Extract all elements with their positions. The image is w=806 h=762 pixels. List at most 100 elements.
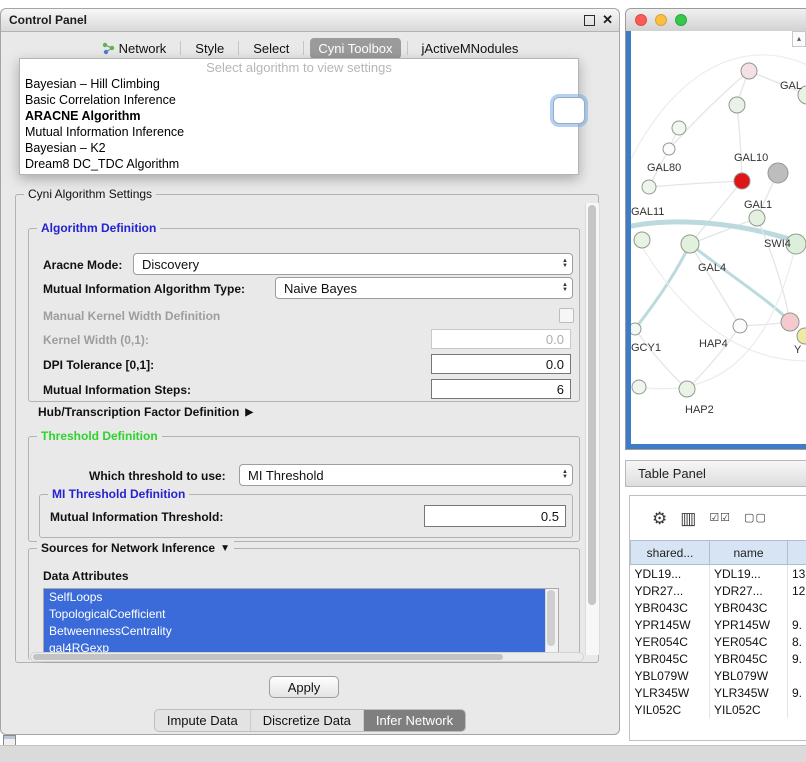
node-label: GAL11 — [631, 206, 664, 218]
network-node[interactable] — [797, 328, 806, 344]
network-view-window: GAL80GAL10GAL11GAL1SWI4GAL4GALGCY1HAP4YH… — [625, 8, 806, 450]
network-scroll-up-button[interactable]: ▴ — [792, 31, 806, 47]
manual-kernel-checkbox[interactable] — [559, 308, 574, 323]
network-node[interactable] — [679, 381, 695, 397]
table-row[interactable]: YBR045CYBR045C9. — [631, 650, 806, 667]
network-window-titlebar — [626, 9, 806, 32]
algorithm-popup-placeholder: Select algorithm to view settings — [20, 59, 578, 76]
network-node[interactable] — [663, 143, 675, 155]
table-panel-titlebar: Table Panel — [625, 460, 806, 487]
algorithm-option[interactable]: Bayesian – Hill Climbing — [20, 76, 578, 92]
tab-separator — [180, 41, 181, 55]
network-node[interactable] — [672, 121, 686, 135]
select-all-icon[interactable]: ☑☑ — [709, 510, 731, 527]
network-node[interactable] — [632, 380, 646, 394]
attribute-item[interactable]: TopologicalCoefficient — [44, 606, 545, 623]
table-row[interactable]: YDR27...YDR27...12 — [631, 582, 806, 599]
network-node[interactable] — [729, 97, 745, 113]
table-body: YDL19...YDL19...13YDR27...YDR27...12YBR0… — [631, 565, 806, 719]
tab-impute-data[interactable]: Impute Data — [155, 710, 251, 731]
close-traffic-light[interactable] — [635, 14, 647, 26]
algorithm-option[interactable]: Basic Correlation Inference — [20, 92, 578, 108]
tab-jactivemnodules[interactable]: jActiveMNodules — [414, 38, 527, 59]
which-threshold-dropdown[interactable]: MI Threshold ▲▼ — [239, 464, 573, 486]
tab-select[interactable]: Select — [245, 38, 297, 59]
column-header[interactable]: name — [710, 541, 788, 565]
minimize-traffic-light[interactable] — [655, 14, 667, 26]
kernel-width-label: Kernel Width (0,1): — [43, 333, 149, 347]
algorithm-option[interactable]: Dream8 DC_TDC Algorithm — [20, 156, 578, 172]
threshold-definition-group: Threshold Definition Which threshold to … — [28, 436, 580, 542]
tab-infer-network[interactable]: Infer Network — [364, 710, 465, 731]
column-header[interactable] — [788, 541, 806, 565]
aracne-mode-value: Discovery — [142, 257, 199, 272]
network-node[interactable] — [734, 173, 750, 189]
network-node[interactable] — [781, 313, 799, 331]
table-row[interactable]: YIL052CYIL052C — [631, 701, 806, 718]
attribute-item[interactable]: BetweennessCentrality — [44, 623, 545, 640]
data-attributes-label: Data Attributes — [43, 569, 129, 583]
tab-style[interactable]: Style — [187, 38, 232, 59]
algorithm-popup-list: Bayesian – Hill ClimbingBasic Correlatio… — [20, 76, 578, 172]
mi-steps-input[interactable] — [431, 379, 571, 399]
network-node[interactable] — [681, 235, 699, 253]
cyni-bottom-tabs: Impute Data Discretize Data Infer Networ… — [1, 709, 619, 732]
table-row[interactable]: YBR043CYBR043C — [631, 599, 806, 616]
hub-tf-label: Hub/Transcription Factor Definition — [38, 405, 239, 419]
table-row[interactable]: YDL19...YDL19...13 — [631, 565, 806, 583]
algorithm-option[interactable]: Mutual Information Inference — [20, 124, 578, 140]
threshold-definition-title: Threshold Definition — [37, 429, 162, 443]
network-node[interactable] — [768, 163, 788, 183]
network-svg[interactable]: GAL80GAL10GAL11GAL1SWI4GAL4GALGCY1HAP4YH… — [631, 31, 806, 446]
tab-discretize-data[interactable]: Discretize Data — [251, 710, 364, 731]
mi-threshold-input[interactable] — [424, 505, 566, 527]
settings-vertical-scrollbar[interactable] — [585, 203, 600, 655]
tab-separator — [407, 41, 408, 55]
tab-cyni-toolbox[interactable]: Cyni Toolbox — [310, 38, 400, 59]
node-label: HAP2 — [685, 404, 714, 416]
deselect-all-icon[interactable]: ▢▢ — [744, 510, 767, 527]
tab-network[interactable]: Network — [94, 38, 175, 59]
combo-arrows-icon: ▲▼ — [562, 283, 568, 293]
table-row[interactable]: YER054CYER054C8. — [631, 633, 806, 650]
algorithm-definition-title: Algorithm Definition — [37, 221, 160, 235]
algorithm-option[interactable]: Bayesian – K2 — [20, 140, 578, 156]
algorithm-option[interactable]: ARACNE Algorithm — [20, 108, 578, 124]
attribute-item[interactable]: SelfLoops — [44, 589, 545, 606]
table-row[interactable]: YLR345WYLR345W9. — [631, 684, 806, 701]
table-toolbar: ⚙ ▥ ☑☑ ▢▢ — [630, 496, 806, 540]
network-node[interactable] — [634, 232, 650, 248]
apply-button[interactable]: Apply — [269, 676, 339, 698]
mi-steps-label: Mutual Information Steps: — [43, 383, 191, 397]
node-label: GAL80 — [647, 162, 681, 174]
kernel-width-input[interactable] — [431, 329, 571, 349]
combo-arrows-icon: ▲▼ — [562, 470, 568, 480]
network-node[interactable] — [733, 319, 747, 333]
tab-separator — [238, 41, 239, 55]
close-icon[interactable]: ✕ — [602, 9, 613, 31]
network-node[interactable] — [741, 63, 757, 79]
algorithm-combobox[interactable] — [553, 97, 585, 124]
node-label: GAL — [780, 80, 802, 92]
mi-type-dropdown[interactable]: Naive Bayes ▲▼ — [275, 277, 573, 299]
settings-horizontal-scrollbar[interactable] — [30, 652, 584, 662]
settings-gear-icon[interactable]: ⚙ — [652, 510, 667, 527]
dpi-tolerance-input[interactable] — [431, 354, 571, 374]
column-selector-icon[interactable]: ▥ — [680, 510, 696, 527]
sources-title-toggle[interactable]: Sources for Network Inference ▼ — [37, 541, 234, 555]
node-label: GAL10 — [734, 152, 768, 164]
network-node[interactable] — [642, 180, 656, 194]
node-label: GCY1 — [631, 342, 661, 354]
table-row[interactable]: YBL079WYBL079W — [631, 667, 806, 684]
which-threshold-value: MI Threshold — [248, 468, 324, 483]
network-node[interactable] — [631, 323, 641, 335]
aracne-mode-dropdown[interactable]: Discovery ▲▼ — [133, 253, 573, 275]
table-row[interactable]: YPR145WYPR145W9. — [631, 616, 806, 633]
column-header[interactable]: shared... — [631, 541, 710, 565]
zoom-traffic-light[interactable] — [675, 14, 687, 26]
network-node[interactable] — [749, 210, 765, 226]
hub-tf-definition-toggle[interactable]: Hub/Transcription Factor Definition ▶ — [38, 405, 253, 419]
window-title: Control Panel — [9, 9, 87, 31]
float-window-icon[interactable] — [584, 15, 595, 26]
network-canvas[interactable]: GAL80GAL10GAL11GAL1SWI4GAL4GALGCY1HAP4YH… — [626, 31, 806, 449]
